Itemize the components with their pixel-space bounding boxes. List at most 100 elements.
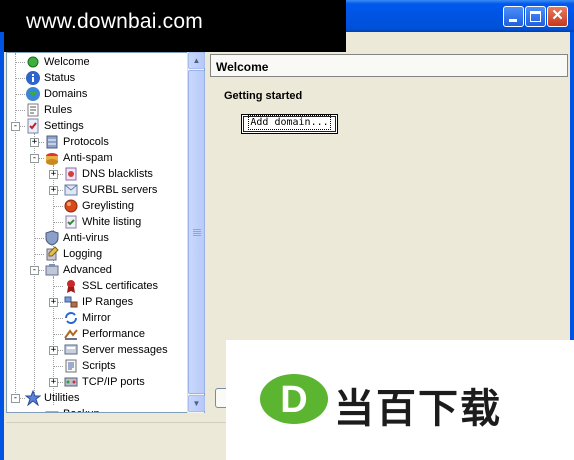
collapse-icon[interactable]: -	[11, 394, 20, 403]
tree-item-anti-spam[interactable]: Anti-spam	[44, 150, 113, 166]
tree-item-logging[interactable]: Logging	[44, 246, 102, 262]
tree-item-mirror[interactable]: Mirror	[63, 310, 111, 326]
tree-connector	[34, 254, 44, 255]
scroll-grip-icon	[193, 229, 201, 237]
tree-connector	[53, 366, 63, 367]
expand-icon[interactable]: +	[49, 186, 58, 195]
tree-connector	[34, 238, 44, 239]
tree-item-label: Settings	[44, 120, 84, 132]
tree-item-label: DNS blacklists	[82, 168, 153, 180]
tree-item-anti-virus[interactable]: Anti-virus	[44, 230, 109, 246]
tree-connector	[53, 286, 63, 287]
watermark-logo: D 当百下载	[226, 340, 574, 460]
tree-item-label: SSL certificates	[82, 280, 159, 292]
tree-item-label: Server messages	[82, 344, 168, 356]
tree-connector	[53, 318, 63, 319]
tree-item-status[interactable]: Status	[25, 70, 75, 86]
tree-item-label: White listing	[82, 216, 142, 228]
tree-item-protocols[interactable]: Protocols	[44, 134, 109, 150]
maximize-button[interactable]	[525, 6, 546, 27]
tree-connector	[53, 206, 63, 207]
tree-connector	[53, 222, 63, 223]
tree-item-label: Anti-virus	[63, 232, 109, 244]
expand-icon[interactable]: +	[30, 138, 39, 147]
tree-item-white-listing[interactable]: White listing	[63, 214, 141, 230]
settings-icon	[25, 118, 41, 134]
logo-text: 当百下载	[334, 386, 502, 432]
backup-icon	[44, 406, 60, 412]
certificate-icon	[63, 278, 79, 294]
tree-item-label: Mirror	[82, 312, 111, 324]
tree-connector	[15, 62, 25, 63]
tree-connector	[15, 78, 25, 79]
logging-icon	[44, 246, 60, 262]
greylist-icon	[63, 198, 79, 214]
green-dot-icon	[25, 54, 41, 70]
tree-item-dns-blacklists[interactable]: DNS blacklists	[63, 166, 153, 182]
minimize-icon	[509, 19, 517, 22]
tree-item-rules[interactable]: Rules	[25, 102, 72, 118]
collapse-icon[interactable]: -	[30, 266, 39, 275]
collapse-icon[interactable]: -	[30, 154, 39, 163]
tree-item-surbl-servers[interactable]: SURBL servers	[63, 182, 157, 198]
tree-item-scripts[interactable]: Scripts	[63, 358, 116, 374]
globe-icon	[25, 86, 41, 102]
server-icon	[44, 134, 60, 150]
star-icon	[25, 390, 41, 406]
tree-item-greylisting[interactable]: Greylisting	[63, 198, 134, 214]
tree-item-utilities[interactable]: Utilities	[25, 390, 79, 406]
tree-item-advanced[interactable]: Advanced	[44, 262, 112, 278]
minimize-button[interactable]	[503, 6, 524, 27]
shield-icon	[44, 230, 60, 246]
tree-item-settings[interactable]: Settings	[25, 118, 84, 134]
tree-item-label: Status	[44, 72, 76, 84]
tree-item-label: Advanced	[63, 264, 112, 276]
tree-item-server-messages[interactable]: Server messages	[63, 342, 168, 358]
tree-item-ip-ranges[interactable]: IP Ranges	[63, 294, 133, 310]
tree-item-label: Performance	[82, 328, 145, 340]
scroll-down-button[interactable]: ▼	[188, 395, 205, 412]
ip-range-icon	[63, 294, 79, 310]
tree-item-ssl-certificates[interactable]: SSL certificates	[63, 278, 158, 294]
tree-item-domains[interactable]: Domains	[25, 86, 87, 102]
expand-icon[interactable]: +	[49, 378, 58, 387]
blacklist-icon	[63, 166, 79, 182]
whitelist-icon	[63, 214, 79, 230]
scripts-icon	[63, 358, 79, 374]
tree-scrollbar[interactable]: ▲ ▼	[187, 52, 205, 413]
watermark-band: www.downbai.com	[0, 0, 346, 52]
expand-icon[interactable]: +	[49, 170, 58, 179]
tree-item-label: Logging	[63, 248, 103, 260]
tree-item-label: Protocols	[63, 136, 109, 148]
tree-item-label: Utilities	[44, 392, 80, 404]
expand-icon[interactable]: +	[49, 298, 58, 307]
tree-item-label: SURBL servers	[82, 184, 158, 196]
scroll-thumb[interactable]	[188, 70, 205, 394]
tree-guide-line	[34, 133, 35, 393]
tree-item-label: Rules	[44, 104, 73, 116]
tree-connector	[15, 94, 25, 95]
expand-icon[interactable]: +	[49, 346, 58, 355]
tree-item-label: Welcome	[44, 56, 90, 68]
scroll-up-button[interactable]: ▲	[188, 52, 205, 69]
tree-item-performance[interactable]: Performance	[63, 326, 145, 342]
navigation-tree[interactable]: Welcome Status Domains Rules - Settings + Proto…	[6, 52, 205, 413]
tree-connector	[15, 110, 25, 111]
tree-item-label: Greylisting	[82, 200, 134, 212]
close-icon: ✕	[551, 7, 564, 24]
tree-guide-line	[15, 53, 16, 393]
add-domain-button[interactable]: Add domain...	[241, 114, 338, 134]
welcome-title: Welcome	[216, 60, 269, 74]
logo-letter: D	[280, 379, 307, 421]
tree-item-backup[interactable]: Backup	[44, 406, 100, 412]
tree-item-tcp-ip-ports[interactable]: TCP/IP ports	[63, 374, 145, 390]
tree-item-welcome[interactable]: Welcome	[25, 54, 90, 70]
maximize-icon	[530, 11, 541, 22]
getting-started-heading: Getting started	[224, 90, 303, 102]
performance-icon	[63, 326, 79, 342]
tree-item-label: IP Ranges	[82, 296, 134, 308]
collapse-icon[interactable]: -	[11, 122, 20, 131]
watermark-site: www.downbai.com	[26, 10, 203, 33]
close-button[interactable]: ✕	[547, 6, 568, 27]
add-domain-label: Add domain...	[248, 115, 331, 130]
